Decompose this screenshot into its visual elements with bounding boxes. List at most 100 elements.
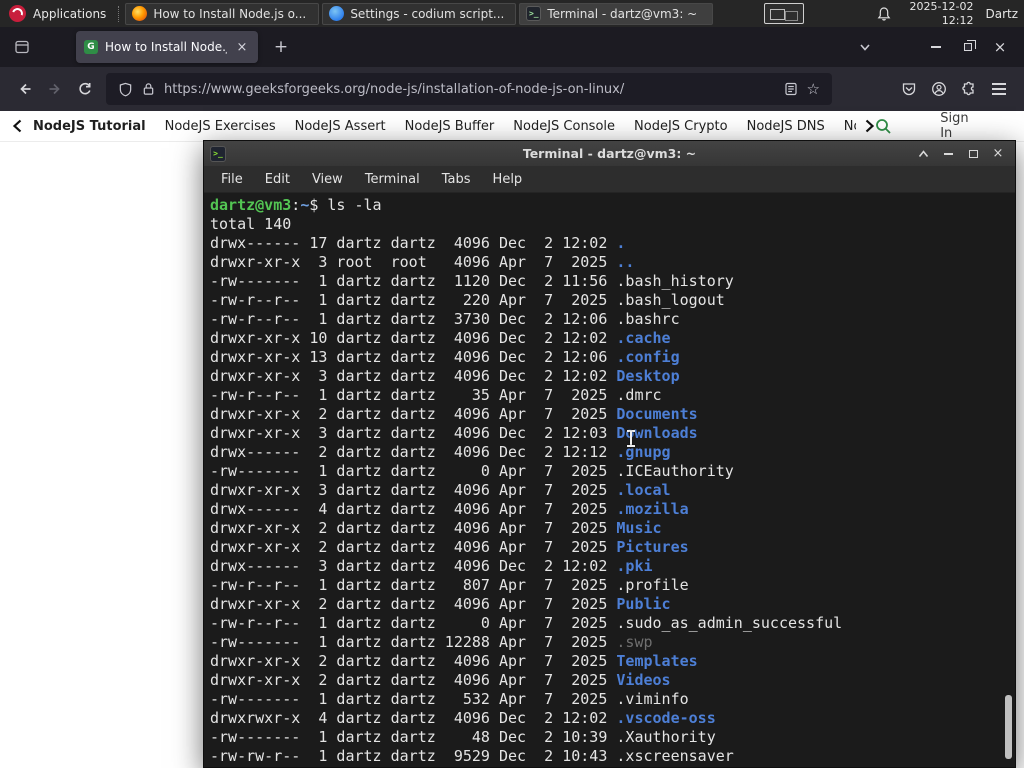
gfg-scroll-right-chevron-icon[interactable]: [864, 119, 875, 133]
terminal-shade-button[interactable]: [912, 144, 934, 164]
terminal-output-line: -rw-r--r-- 1 dartz dartz 807 Apr 7 2025 …: [210, 576, 1009, 595]
gfg-nav-link[interactable]: NodeJS Assert: [295, 119, 386, 134]
extensions-icon[interactable]: [954, 74, 984, 104]
terminal-output-line: -rw------- 1 dartz dartz 0 Apr 7 2025 .I…: [210, 462, 1009, 481]
account-icon[interactable]: [924, 74, 954, 104]
terminal-output-line: -rw------- 1 dartz dartz 48 Dec 2 10:39 …: [210, 728, 1009, 747]
ls-columns: -rw-rw-r-- 1 dartz dartz 9529 Dec 2 10:4…: [210, 747, 617, 765]
notifications-bell-icon[interactable]: [876, 6, 892, 22]
terminal-maximize-button[interactable]: [962, 144, 984, 164]
ls-filename: Videos: [616, 671, 671, 689]
terminal-command: ls -la: [327, 196, 382, 214]
terminal-output-line: drwx------ 2 dartz dartz 4096 Dec 2 12:1…: [210, 443, 1009, 462]
gfg-nav-link[interactable]: Node: [844, 119, 856, 134]
minimize-icon: [943, 152, 953, 155]
terminal-output-line: drwxr-xr-x 10 dartz dartz 4096 Dec 2 12:…: [210, 329, 1009, 348]
terminal-menu-tabs[interactable]: Tabs: [431, 166, 482, 193]
gfg-nav-link[interactable]: NodeJS Crypto: [634, 119, 728, 134]
menu-hamburger-icon[interactable]: [984, 74, 1014, 104]
reader-mode-icon[interactable]: [784, 82, 798, 96]
prompt-colon: :: [291, 196, 301, 214]
terminal-minimize-button[interactable]: [937, 144, 959, 164]
terminal-menu-terminal[interactable]: Terminal: [354, 166, 431, 193]
tracking-protection-shield-icon[interactable]: [118, 82, 133, 97]
terminal-menu-file[interactable]: File: [210, 166, 254, 193]
terminal-window-controls: ×: [912, 144, 1009, 164]
ls-columns: -rw------- 1 dartz dartz 1120 Dec 2 11:5…: [210, 272, 617, 290]
lock-icon[interactable]: [142, 82, 155, 96]
ls-filename: .dmrc: [616, 386, 662, 404]
browser-minimize-button[interactable]: [920, 33, 952, 61]
ls-filename: .gnupg: [616, 443, 671, 461]
terminal-menu-help[interactable]: Help: [482, 166, 534, 193]
terminal-output-line: -rw-r--r-- 1 dartz dartz 35 Apr 7 2025 .…: [210, 386, 1009, 405]
terminal-output: drwx------ 17 dartz dartz 4096 Dec 2 12:…: [210, 234, 1009, 766]
ls-columns: drwxr-xr-x 3 root root 4096 Apr 7 2025: [210, 253, 617, 271]
ls-filename: Public: [616, 595, 671, 613]
reload-button[interactable]: [70, 74, 100, 104]
tab-close-icon[interactable]: ×: [234, 40, 250, 55]
panel-handle: [118, 5, 120, 22]
taskbar-button[interactable]: Settings - codium script...: [322, 2, 517, 25]
terminal-scrollbar-thumb[interactable]: [1005, 695, 1012, 759]
prompt-path: ~: [300, 196, 310, 214]
terminal-window-title: Terminal - dartz@vm3: ~: [522, 146, 697, 161]
ls-filename: .viminfo: [616, 690, 689, 708]
gfg-nav-link[interactable]: NodeJS Buffer: [405, 119, 495, 134]
ls-filename: .mozilla: [616, 500, 689, 518]
terminal-menu-view[interactable]: View: [301, 166, 354, 193]
back-button[interactable]: [10, 74, 40, 104]
terminal-titlebar[interactable]: >_ Terminal - dartz@vm3: ~ ×: [204, 141, 1015, 166]
gfg-nav-link[interactable]: NodeJS DNS: [747, 119, 825, 134]
taskbar-button[interactable]: How to Install Node.js o...: [125, 2, 320, 25]
ls-filename: .pki: [616, 557, 653, 575]
tab-title: How to Install Node.js on: [105, 40, 227, 54]
taskbar-button[interactable]: >_ Terminal - dartz@vm3: ~: [519, 2, 714, 25]
gfg-secondary-navbar: NodeJS Tutorial NodeJS Exercises NodeJS As…: [0, 111, 1024, 142]
minimize-icon: [931, 46, 941, 48]
ls-filename: .ICEauthority: [616, 462, 734, 480]
new-tab-button[interactable]: +: [270, 37, 292, 57]
terminal-window: >_ Terminal - dartz@vm3: ~ × File Edit Vie…: [203, 140, 1016, 768]
gfg-sign-in-link[interactable]: Sign In: [940, 111, 982, 141]
list-all-tabs-chevron-icon[interactable]: [852, 40, 878, 54]
gfg-nav-link[interactable]: NodeJS Tutorial: [33, 119, 146, 134]
panel-user-label[interactable]: Dartz: [985, 7, 1024, 21]
ls-columns: drwx------ 17 dartz dartz 4096 Dec 2 12:…: [210, 234, 617, 252]
terminal-output-line: drwxr-xr-x 2 dartz dartz 4096 Apr 7 2025…: [210, 652, 1009, 671]
gfg-nav-link[interactable]: NodeJS Console: [513, 119, 615, 134]
ls-columns: -rw-r--r-- 1 dartz dartz 35 Apr 7 2025: [210, 386, 617, 404]
ls-filename: Templates: [616, 652, 698, 670]
pocket-icon[interactable]: [894, 74, 924, 104]
ls-filename: .Xauthority: [616, 728, 716, 746]
panel-clock[interactable]: 2025-12-02 12:12: [910, 0, 974, 26]
browser-restore-button[interactable]: [952, 33, 984, 61]
ls-columns: -rw-r--r-- 1 dartz dartz 220 Apr 7 2025: [210, 291, 617, 309]
terminal-output-line: drwxr-xr-x 13 dartz dartz 4096 Dec 2 12:…: [210, 348, 1009, 367]
gfg-nav-link[interactable]: NodeJS Exercises: [165, 119, 276, 134]
ls-filename: .bash_history: [616, 272, 734, 290]
browser-tab[interactable]: G How to Install Node.js on ×: [76, 31, 258, 63]
url-bar[interactable]: https://www.geeksforgeeks.org/node-js/in…: [106, 73, 832, 105]
firefox-view-icon[interactable]: [12, 37, 32, 57]
terminal-close-button[interactable]: ×: [987, 144, 1009, 164]
gfg-search-icon[interactable]: [875, 118, 892, 135]
terminal-menu-edit[interactable]: Edit: [254, 166, 301, 193]
gfg-scroll-left-chevron-icon[interactable]: [12, 119, 23, 133]
terminal-output-line: drwxr-xr-x 3 root root 4096 Apr 7 2025 .…: [210, 253, 1009, 272]
navigation-toolbar: https://www.geeksforgeeks.org/node-js/in…: [0, 67, 1024, 111]
ls-filename: .cache: [616, 329, 671, 347]
terminal-output-line: -rw-r--r-- 1 dartz dartz 220 Apr 7 2025 …: [210, 291, 1009, 310]
geeksforgeeks-favicon: G: [84, 40, 98, 54]
forward-button[interactable]: [40, 74, 70, 104]
terminal-body[interactable]: dartz@vm3:~$ ls -la total 140 drwx------…: [204, 193, 1015, 767]
ls-columns: -rw------- 1 dartz dartz 532 Apr 7 2025: [210, 690, 617, 708]
applications-menu-button[interactable]: Applications: [0, 0, 115, 27]
ls-columns: drwxr-xr-x 2 dartz dartz 4096 Apr 7 2025: [210, 595, 617, 613]
firefox-icon: [132, 6, 148, 21]
terminal-output-line: -rw-rw-r-- 1 dartz dartz 9529 Dec 2 10:4…: [210, 747, 1009, 766]
prompt-dollar: $: [309, 196, 328, 214]
bookmark-star-icon[interactable]: ☆: [807, 81, 820, 97]
browser-close-button[interactable]: ×: [984, 33, 1016, 61]
workspace-switcher[interactable]: [763, 3, 804, 24]
